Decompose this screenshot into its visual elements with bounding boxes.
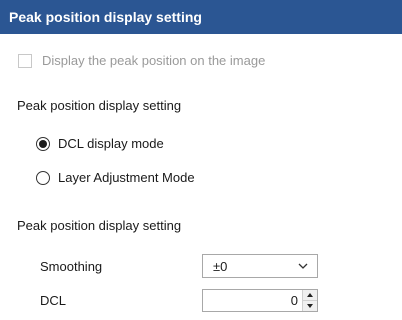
radio-label-layer: Layer Adjustment Mode	[58, 170, 195, 185]
radio-label-dcl: DCL display mode	[58, 136, 164, 151]
dcl-spinbox[interactable]: 0	[202, 289, 318, 312]
smoothing-value: ±0	[213, 258, 228, 274]
arrow-up-icon	[307, 293, 313, 297]
arrow-down-icon	[307, 304, 313, 308]
radio-button-checked[interactable]	[36, 136, 50, 151]
dcl-spin-buttons	[302, 290, 317, 311]
radio-layer-adjustment-mode[interactable]: Layer Adjustment Mode	[36, 170, 195, 185]
display-peak-checkbox-row[interactable]: Display the peak position on the image	[18, 53, 265, 68]
display-peak-checkbox-label: Display the peak position on the image	[42, 53, 266, 68]
panel-title: Peak position display setting	[0, 0, 402, 34]
radio-dcl-display-mode[interactable]: DCL display mode	[36, 136, 164, 151]
dcl-value[interactable]: 0	[203, 293, 302, 308]
chevron-down-icon	[298, 263, 308, 269]
section-heading-mode: Peak position display setting	[17, 98, 182, 113]
smoothing-label: Smoothing	[40, 259, 103, 274]
radio-button-unchecked[interactable]	[36, 170, 50, 185]
smoothing-select[interactable]: ±0	[202, 254, 318, 278]
display-peak-checkbox[interactable]	[18, 53, 32, 68]
section-heading-values: Peak position display setting	[17, 218, 182, 233]
dcl-label: DCL	[40, 293, 67, 308]
spin-up-button[interactable]	[303, 290, 317, 300]
spin-down-button[interactable]	[303, 300, 317, 311]
